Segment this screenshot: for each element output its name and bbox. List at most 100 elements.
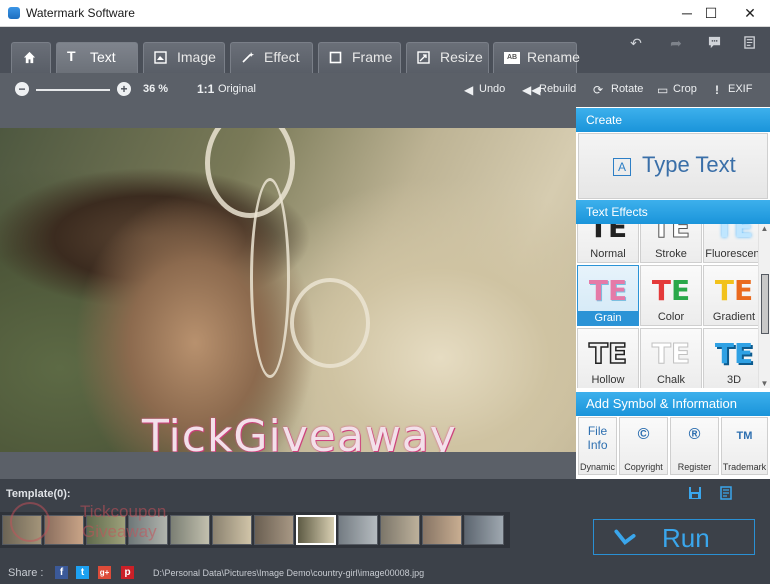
- file-info-icon: File Info: [587, 424, 608, 452]
- effects-scrollbar[interactable]: ▲ ▼: [758, 224, 770, 388]
- symbol-dynamic-button[interactable]: File Info Dynamic: [578, 417, 617, 475]
- thumbnail[interactable]: [212, 515, 252, 545]
- pinterest-icon[interactable]: p: [121, 566, 134, 579]
- close-button[interactable]: ✕: [727, 0, 770, 27]
- effect-label: Stroke: [655, 248, 687, 260]
- effect-grain[interactable]: TE Grain: [577, 265, 639, 326]
- scrollbar-thumb[interactable]: [761, 274, 769, 334]
- thumbnail[interactable]: [170, 515, 210, 545]
- menu-list-icon[interactable]: [734, 29, 766, 57]
- thumbnail[interactable]: [44, 515, 84, 545]
- create-section-header: Create: [576, 108, 770, 132]
- effect-label: Chalk: [656, 374, 686, 386]
- zoom-out-button[interactable]: −: [15, 82, 29, 96]
- tab-resize-label: Resize: [440, 49, 483, 65]
- symbol-label: Trademark: [722, 462, 767, 472]
- rebuild-icon: ◀◀: [522, 83, 541, 97]
- google-plus-icon[interactable]: g+: [98, 566, 111, 579]
- toolbar: − + 36 % 1:1 Original ◀ Undo ◀◀ Rebuild …: [0, 73, 770, 107]
- chat-icon[interactable]: [698, 29, 730, 57]
- tickcoupon-logo: Tickcoupon Giveaway: [10, 502, 166, 542]
- tab-effect-label: Effect: [264, 49, 300, 65]
- run-button[interactable]: Run: [593, 519, 755, 555]
- frame-icon: [329, 51, 342, 64]
- effect-label: Hollow: [591, 374, 625, 386]
- tab-text-label: Text: [90, 49, 116, 65]
- thumbnail[interactable]: [422, 515, 462, 545]
- type-text-button[interactable]: A Type Text: [578, 133, 768, 199]
- tab-frame[interactable]: Frame: [318, 42, 401, 73]
- symbol-label: Dynamic: [579, 462, 615, 472]
- exif-icon: !: [715, 83, 719, 97]
- thumbnail[interactable]: [380, 515, 420, 545]
- copyright-icon: ©: [637, 426, 650, 443]
- magic-wand-icon: [242, 52, 254, 63]
- text-t-icon: T: [67, 48, 76, 64]
- effect-hollow[interactable]: TE Hollow: [577, 328, 639, 388]
- symbol-trademark-button[interactable]: TM Trademark: [721, 417, 768, 475]
- effect-preview: TE: [588, 224, 628, 244]
- symbol-label: Copyright: [624, 462, 663, 472]
- tab-text[interactable]: T Text: [56, 42, 138, 73]
- tab-effect[interactable]: Effect: [230, 42, 313, 73]
- effect-preview: TE: [714, 337, 754, 370]
- effect-stroke[interactable]: TE Stroke: [640, 224, 702, 263]
- thumbnail[interactable]: [338, 515, 378, 545]
- type-text-label: Type Text: [642, 152, 736, 177]
- effect-preview: TE: [714, 224, 754, 244]
- effect-3d[interactable]: TE 3D: [703, 328, 759, 388]
- thumbnail-selected[interactable]: [296, 515, 336, 545]
- effect-gradient[interactable]: TE Gradient: [703, 265, 759, 326]
- app-icon: [8, 7, 20, 19]
- text-effects-header: Text Effects: [576, 200, 770, 224]
- rebuild-button[interactable]: Rebuild: [539, 83, 576, 95]
- rename-ab-icon: AB: [504, 52, 520, 64]
- tab-image[interactable]: Image: [143, 42, 225, 73]
- symbol-label: Register: [677, 462, 712, 472]
- registered-icon: ®: [688, 426, 701, 443]
- twitter-icon[interactable]: t: [76, 566, 89, 579]
- undo-button[interactable]: Undo: [479, 83, 505, 95]
- symbol-register-button[interactable]: ® Register: [670, 417, 719, 475]
- effect-fluorescent[interactable]: TE Fluorescent: [703, 224, 763, 263]
- effect-label: 3D: [726, 374, 742, 386]
- exif-button[interactable]: EXIF: [728, 83, 752, 95]
- zoom-slider[interactable]: [36, 89, 110, 91]
- effect-color[interactable]: TE Color: [640, 265, 702, 326]
- title-bar: Watermark Software ─ ☐ ✕: [0, 0, 770, 27]
- crop-button[interactable]: Crop: [673, 83, 697, 95]
- tab-home[interactable]: [11, 42, 51, 73]
- tab-rename[interactable]: AB Rename: [493, 42, 580, 73]
- original-size-icon[interactable]: 1:1: [197, 82, 214, 96]
- thumbnail[interactable]: [254, 515, 294, 545]
- effect-label: Color: [657, 311, 685, 323]
- effect-chalk[interactable]: TE Chalk: [640, 328, 702, 388]
- image-canvas[interactable]: TickGiveaway: [0, 107, 576, 479]
- watermark-text[interactable]: TickGiveaway: [142, 411, 457, 452]
- original-button[interactable]: Original: [218, 83, 256, 95]
- save-template-icon[interactable]: [687, 486, 703, 502]
- zoom-percent: 36 %: [143, 83, 169, 95]
- text-effects-grid: TE Normal TE Stroke TE Fluorescent TE Gr…: [576, 224, 770, 388]
- forward-icon[interactable]: ➦: [660, 29, 692, 57]
- scroll-down-icon[interactable]: ▼: [759, 379, 770, 388]
- zoom-in-button[interactable]: +: [117, 82, 131, 96]
- effect-label: Fluorescent: [705, 248, 763, 260]
- effect-preview: TE: [714, 274, 754, 307]
- undo-history-icon[interactable]: ↶: [620, 29, 652, 57]
- home-icon: [23, 51, 36, 64]
- template-label: Template(0):: [6, 488, 71, 500]
- file-path: D:\Personal Data\Pictures\Image Demo\cou…: [153, 568, 425, 578]
- symbol-copyright-button[interactable]: © Copyright: [619, 417, 668, 475]
- tab-frame-label: Frame: [352, 49, 393, 65]
- thumbnail[interactable]: [464, 515, 504, 545]
- right-panel: Create A Type Text Text Effects TE Norma…: [576, 107, 770, 479]
- tab-rename-label: Rename: [527, 49, 580, 65]
- effect-normal[interactable]: TE Normal: [577, 224, 639, 263]
- trademark-icon: TM: [736, 430, 753, 442]
- template-list-icon[interactable]: [719, 486, 735, 502]
- facebook-icon[interactable]: f: [55, 566, 68, 579]
- tab-resize[interactable]: Resize: [406, 42, 489, 73]
- scroll-up-icon[interactable]: ▲: [759, 224, 770, 233]
- rotate-button[interactable]: Rotate: [611, 83, 643, 95]
